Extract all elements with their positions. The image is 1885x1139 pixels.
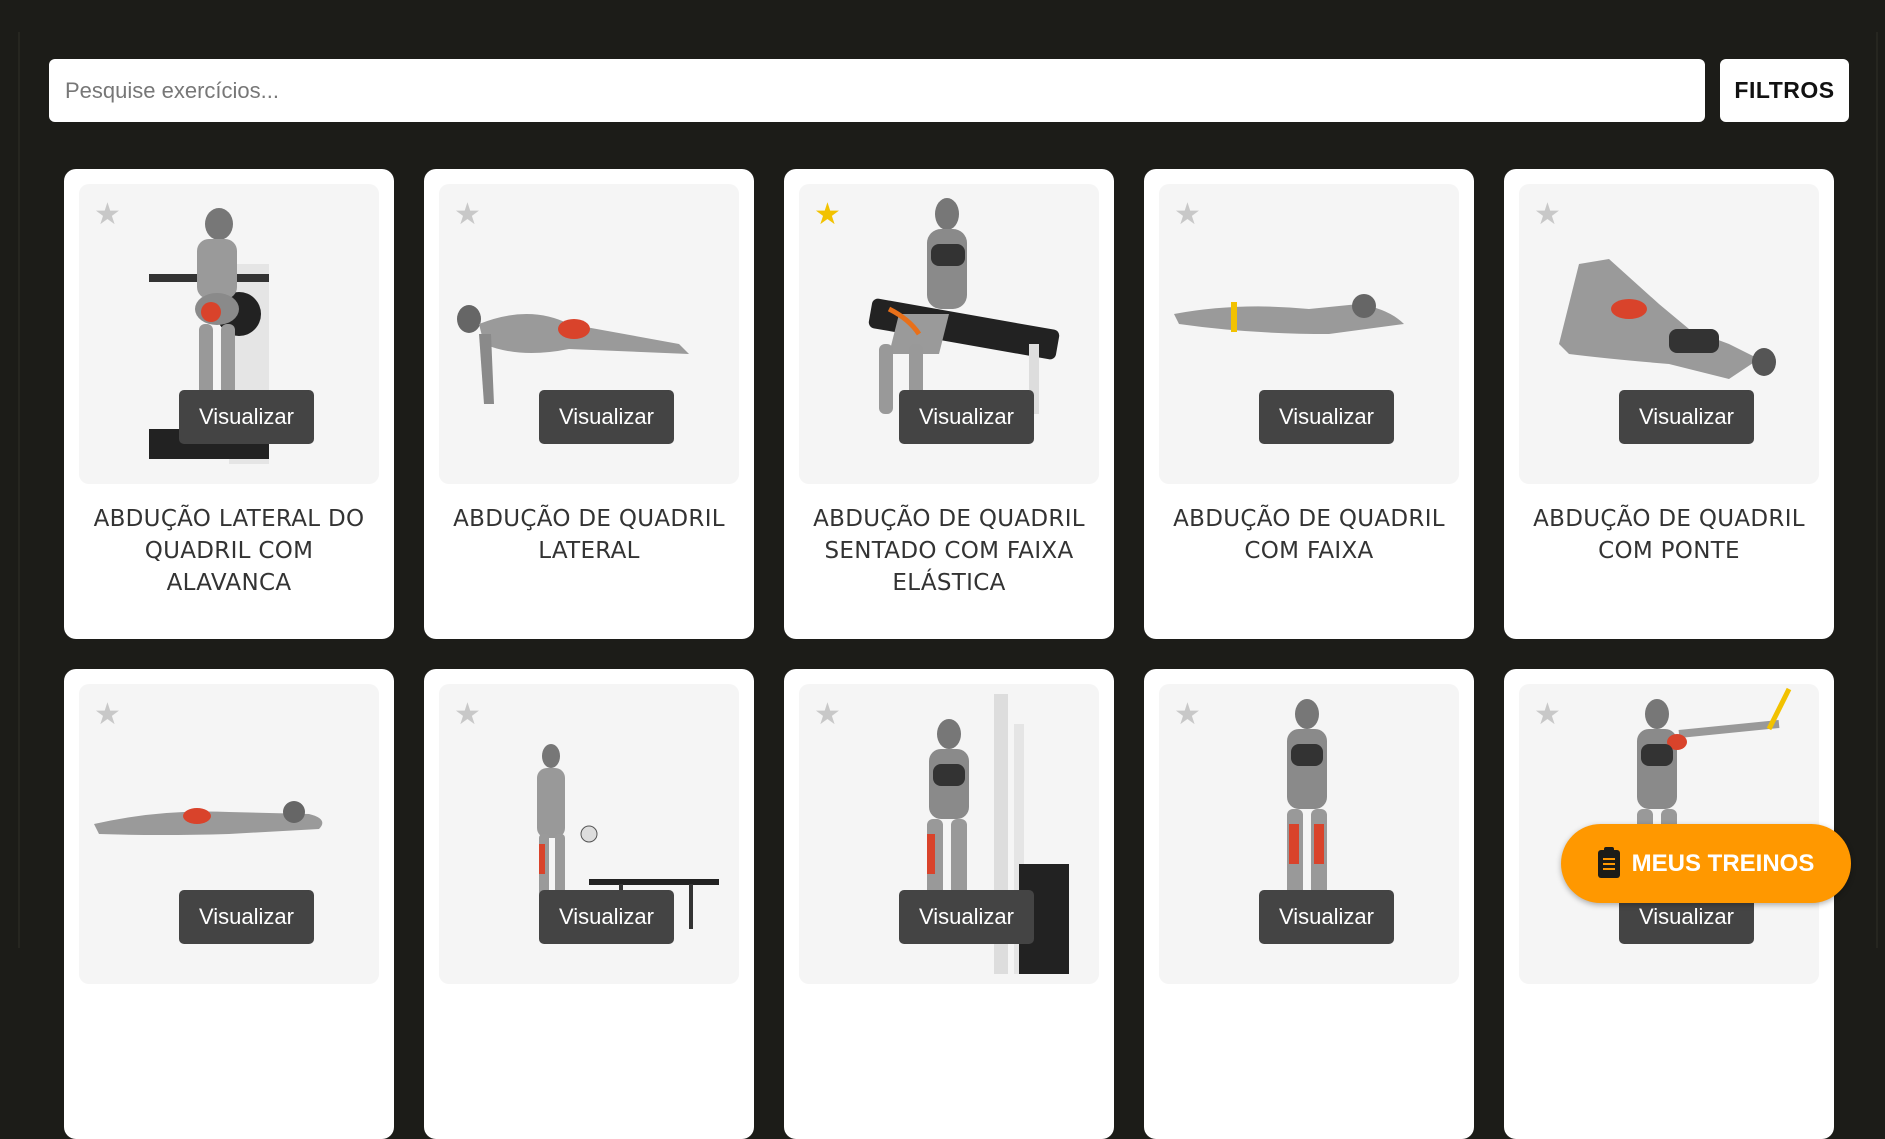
favorite-star-icon[interactable]: ★ [814, 200, 841, 230]
my-workouts-label: MEUS TREINOS [1631, 849, 1815, 877]
view-button[interactable]: Visualizar [1619, 390, 1754, 444]
exercise-image: ★ Visualizar [439, 184, 739, 484]
exercise-card[interactable]: ★ Visualizar ABDUÇÃO DE QUADRIL COM PONT… [1504, 169, 1834, 639]
exercise-title: ABDUÇÃO LATERAL DO QUADRIL COM ALAVANCA [93, 506, 365, 596]
favorite-star-icon[interactable]: ★ [94, 200, 121, 230]
exercise-title: ABDUÇÃO DE QUADRIL LATERAL [453, 506, 725, 564]
exercise-card[interactable]: ★ Visualizar [424, 669, 754, 1139]
favorite-star-icon[interactable]: ★ [1174, 700, 1201, 730]
favorite-star-icon[interactable]: ★ [94, 700, 121, 730]
view-button[interactable]: Visualizar [899, 890, 1034, 944]
exercise-image: ★ Visualizar [439, 684, 739, 984]
view-button[interactable]: Visualizar [899, 390, 1034, 444]
exercise-image: ★ Visualizar [1159, 684, 1459, 984]
exercise-card[interactable]: ★ Visualizar ABDUÇÃO DE QUADRIL COM FAIX… [1144, 169, 1474, 639]
view-button[interactable]: Visualizar [539, 890, 674, 944]
filters-button[interactable]: FILTROS [1720, 59, 1849, 122]
favorite-star-icon[interactable]: ★ [1174, 200, 1201, 230]
exercise-title: ABDUÇÃO DE QUADRIL SENTADO COM FAIXA ELÁ… [813, 506, 1085, 596]
favorite-star-icon[interactable]: ★ [454, 700, 481, 730]
clipboard-icon [1597, 846, 1620, 878]
exercise-image: ★ Visualizar [1159, 184, 1459, 484]
exercise-card[interactable]: ★ Visualizar [784, 669, 1114, 1139]
exercise-card[interactable]: ★ Visualizar ABDUÇÃO DE QUADRIL LATERAL [424, 169, 754, 639]
exercise-image: ★ Visualizar [1519, 184, 1819, 484]
favorite-star-icon[interactable]: ★ [1534, 200, 1561, 230]
exercise-card[interactable]: ★ Visualizar ABDUÇÃO LATERAL DO QUADRIL … [64, 169, 394, 639]
search-input[interactable] [49, 59, 1705, 122]
exercise-card[interactable]: ★ Visualizar [1144, 669, 1474, 1139]
exercise-image: ★ Visualizar [79, 684, 379, 984]
exercise-card[interactable]: ★ Visualizar [64, 669, 394, 1139]
favorite-star-icon[interactable]: ★ [1534, 700, 1561, 730]
view-button[interactable]: Visualizar [179, 390, 314, 444]
exercise-card[interactable]: ★ Visualizar ABDUÇÃO DE QUADRIL SENTADO … [784, 169, 1114, 639]
favorite-star-icon[interactable]: ★ [814, 700, 841, 730]
exercise-card[interactable]: ★ Visualizar [1504, 669, 1834, 1139]
view-button[interactable]: Visualizar [1259, 890, 1394, 944]
exercise-image: ★ Visualizar [799, 684, 1099, 984]
view-button[interactable]: Visualizar [539, 390, 674, 444]
exercise-image: ★ Visualizar [79, 184, 379, 484]
view-button[interactable]: Visualizar [1259, 390, 1394, 444]
exercise-image: ★ Visualizar [799, 184, 1099, 484]
view-button[interactable]: Visualizar [179, 890, 314, 944]
exercise-title: ABDUÇÃO DE QUADRIL COM FAIXA [1173, 506, 1445, 564]
my-workouts-button[interactable]: MEUS TREINOS [1561, 824, 1851, 903]
exercise-title: ABDUÇÃO DE QUADRIL COM PONTE [1533, 506, 1805, 564]
favorite-star-icon[interactable]: ★ [454, 200, 481, 230]
